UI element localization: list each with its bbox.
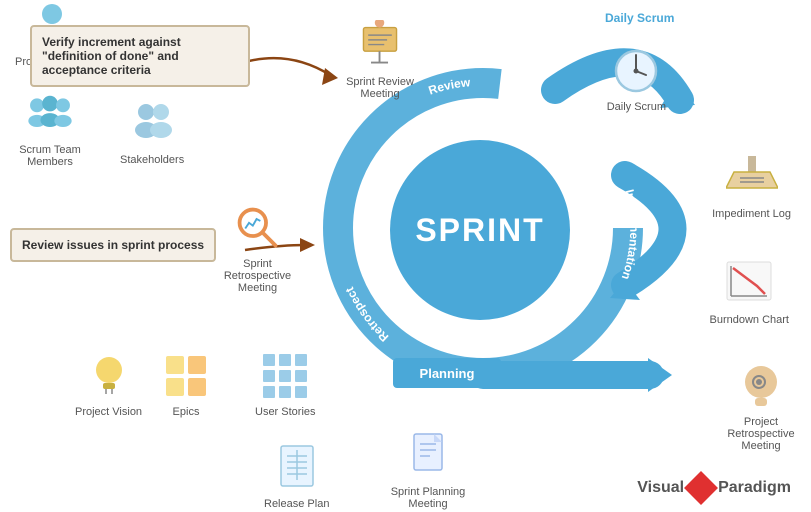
user-stories-label: User Stories <box>255 406 316 418</box>
impediment-log-icon-item: Impediment Log <box>712 152 791 220</box>
release-plan-icon <box>271 442 323 494</box>
svg-text:Planning: Planning <box>420 366 475 381</box>
user-stories-icon-item: User Stories <box>255 350 316 418</box>
tooltip-review-text: Review issues in sprint process <box>22 238 204 252</box>
burndown-chart-label: Burndown Chart <box>710 314 790 326</box>
sprint-planning-meeting-icon <box>402 430 454 482</box>
sprint-review-meeting-icon-item: Sprint Review Meeting <box>340 20 420 100</box>
scrum-team-icon-item: Scrum Team Members <box>5 88 95 168</box>
daily-scrum-label: Daily Scrum <box>607 101 666 113</box>
sprint-retro-meeting-label: Sprint Retrospective Meeting <box>215 258 300 294</box>
brand-paradigm: Paradigm <box>718 479 791 497</box>
project-retro-meeting-icon <box>735 360 787 412</box>
daily-scrum-icon <box>610 45 662 97</box>
project-retro-meeting-label: Project Retrospective Meeting <box>721 416 801 452</box>
stakeholders-label: Stakeholders <box>120 154 184 166</box>
impediment-log-icon <box>726 152 778 204</box>
tooltip-review-issues: Review issues in sprint process <box>10 228 216 262</box>
sprint-retro-meeting-icon <box>232 202 284 254</box>
project-vision-icon-item: Project Vision <box>75 350 142 418</box>
daily-scrum-icon-item: Daily Scrum <box>607 45 666 113</box>
stakeholders-icon-item: Stakeholders <box>120 98 184 166</box>
sprint-planning-meeting-icon-item: Sprint Planning Meeting <box>383 430 473 510</box>
epics-icon <box>160 350 212 402</box>
burndown-chart-icon-item: Burndown Chart <box>710 258 790 326</box>
sprint-planning-meeting-label: Sprint Planning Meeting <box>383 486 473 510</box>
brand-visual: Visual <box>637 479 684 497</box>
project-retro-meeting-icon-item: Project Retrospective Meeting <box>721 360 801 452</box>
brand: Visual Paradigm <box>637 476 791 500</box>
sprint-center-circle: SPRINT <box>390 140 570 320</box>
user-stories-icon <box>259 350 311 402</box>
project-vision-label: Project Vision <box>75 406 142 418</box>
release-plan-label: Release Plan <box>264 498 329 510</box>
sprint-retro-meeting-icon-item: Sprint Retrospective Meeting <box>215 202 300 294</box>
scrum-team-label: Scrum Team Members <box>5 144 95 168</box>
sprint-review-meeting-label: Sprint Review Meeting <box>340 76 420 100</box>
sprint-label: SPRINT <box>415 212 544 249</box>
tooltip-verify-text: Verify increment against "definition of … <box>42 35 181 77</box>
stakeholders-icon <box>126 98 178 150</box>
release-plan-icon-item: Release Plan <box>264 442 329 510</box>
tooltip-verify: Verify increment against "definition of … <box>30 25 250 87</box>
impediment-log-label: Impediment Log <box>712 208 791 220</box>
scrum-team-icon <box>24 88 76 140</box>
project-vision-icon <box>83 350 135 402</box>
epics-icon-item: Epics <box>160 350 212 418</box>
diagram-container: Review Implementation Retrospect Plannin… <box>0 0 811 512</box>
burndown-chart-icon <box>723 258 775 310</box>
epics-label: Epics <box>173 406 200 418</box>
sprint-review-meeting-icon <box>354 20 406 72</box>
daily-scrum-text: Daily Scrum <box>605 11 674 25</box>
brand-diamond-icon <box>684 471 718 505</box>
